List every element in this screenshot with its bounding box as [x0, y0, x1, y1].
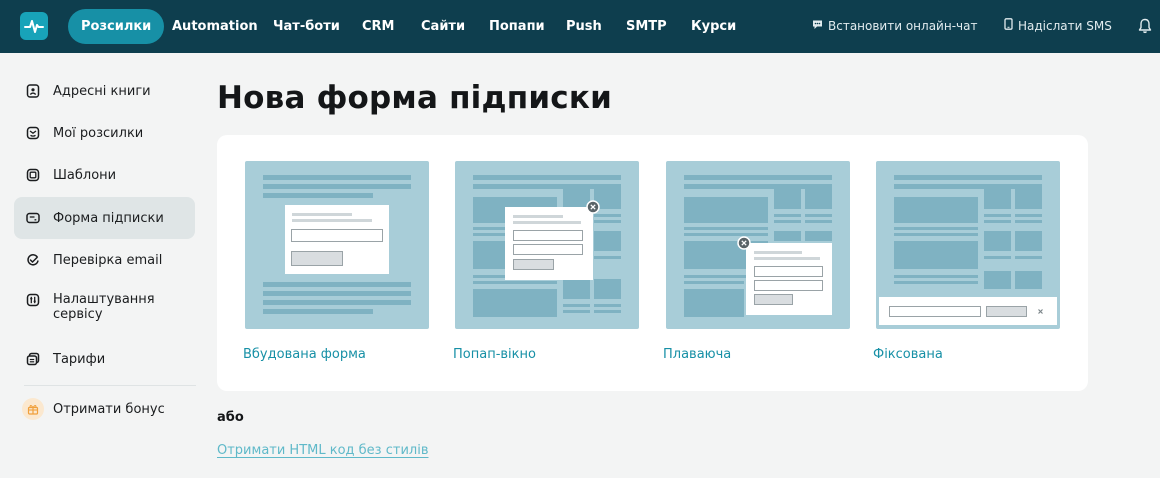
mail-smile-icon	[25, 125, 41, 141]
sidebar-item-service-settings[interactable]: Налаштування сервісу	[14, 283, 195, 331]
sidebar-item-my-mailings[interactable]: Мої розсилки	[14, 112, 195, 154]
or-separator-text: або	[217, 410, 244, 425]
nav-tab-push[interactable]: Push	[566, 0, 602, 53]
nav-tab-automation[interactable]: Automation	[172, 0, 258, 53]
pricing-icon	[25, 351, 41, 367]
popup-form-option[interactable]: Попап-вікно	[453, 347, 536, 362]
chat-icon	[812, 0, 823, 53]
nav-tab-courses[interactable]: Курси	[691, 0, 736, 53]
sidebar-item-label: Мої розсилки	[53, 125, 144, 141]
sidebar-item-email-verification[interactable]: Перевірка email	[14, 239, 195, 281]
bell-icon[interactable]	[1138, 18, 1152, 38]
fixed-form-thumbnail[interactable]	[876, 161, 1060, 329]
nav-tab-chatbots[interactable]: Чат-боти	[273, 0, 340, 53]
sidebar-item-label: Форма підписки	[53, 210, 164, 226]
send-sms-label: Надіслати SMS	[1018, 19, 1112, 33]
sidebar-item-label: Налаштування сервісу	[53, 292, 155, 322]
embedded-form-thumbnail[interactable]	[245, 161, 429, 329]
nav-tab-sites[interactable]: Сайти	[421, 0, 465, 53]
pulse-logo-icon[interactable]	[20, 12, 48, 40]
floating-form-thumbnail[interactable]	[666, 161, 850, 329]
install-chat-link[interactable]: Встановити онлайн-чат	[812, 0, 977, 53]
embedded-form-option[interactable]: Вбудована форма	[243, 347, 366, 362]
nav-tab-crm[interactable]: CRM	[362, 0, 395, 53]
templates-icon	[25, 167, 41, 183]
install-chat-label: Встановити онлайн-чат	[828, 19, 978, 33]
nav-tab-smtp[interactable]: SMTP	[626, 0, 667, 53]
page-title: Нова форма підписки	[217, 80, 613, 116]
nav-tab-mailings[interactable]: Розсилки	[68, 9, 165, 44]
popup-form-thumbnail[interactable]	[455, 161, 639, 329]
sidebar-divider	[24, 385, 196, 386]
gift-icon	[22, 398, 44, 420]
settings-icon	[25, 292, 41, 308]
get-raw-html-link[interactable]: Отримати HTML код без стилів	[217, 443, 428, 458]
sidebar-item-label: Адресні книги	[53, 83, 151, 99]
sidebar: Адресні книги Мої розсилки Шаблони Форма…	[0, 53, 210, 478]
phone-icon	[1004, 0, 1013, 53]
check-email-icon	[25, 252, 41, 268]
nav-tab-popups[interactable]: Попапи	[489, 0, 545, 53]
sidebar-item-subscription-form[interactable]: Форма підписки	[14, 197, 195, 239]
sidebar-item-address-books[interactable]: Адресні книги	[14, 70, 195, 112]
sidebar-item-pricing[interactable]: Тарифи	[14, 338, 195, 380]
sidebar-item-label: Шаблони	[53, 167, 117, 183]
form-icon	[25, 210, 41, 226]
send-sms-link[interactable]: Надіслати SMS	[1004, 0, 1112, 53]
sidebar-item-label: Тарифи	[53, 351, 106, 367]
address-book-icon	[25, 83, 41, 99]
fixed-form-option[interactable]: Фіксована	[873, 347, 943, 362]
sidebar-item-label: Отримати бонус	[53, 401, 165, 417]
sidebar-item-label: Перевірка email	[53, 252, 163, 268]
form-type-card: Вбудована форма Попап-вікно Плаваюча Фік…	[217, 135, 1088, 391]
floating-form-option[interactable]: Плаваюча	[663, 347, 731, 362]
sidebar-item-get-bonus[interactable]: Отримати бонус	[14, 388, 195, 430]
top-navigation-bar: Розсилки Automation Чат-боти CRM Сайти П…	[0, 0, 1160, 53]
sidebar-item-templates[interactable]: Шаблони	[14, 154, 195, 196]
